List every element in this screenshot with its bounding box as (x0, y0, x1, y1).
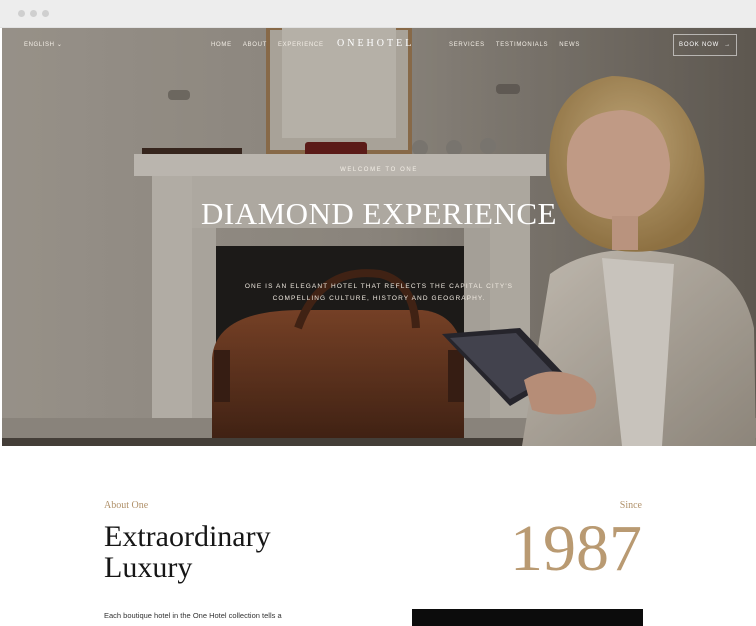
arrow-right-icon: → (724, 42, 731, 48)
browser-chrome (0, 0, 756, 28)
nav-link-news[interactable]: NEWS (559, 42, 580, 48)
about-title-line-1: Extraordinary (104, 520, 271, 553)
nav-left: HOME ABOUT EXPERIENCE (211, 42, 324, 48)
language-label: ENGLISH (24, 42, 55, 48)
nav-link-testimonials[interactable]: TESTIMONIALS (496, 42, 548, 48)
nav-link-services[interactable]: SERVICES (449, 42, 485, 48)
window-minimize-dot[interactable] (30, 10, 37, 17)
nav-link-about[interactable]: ABOUT (243, 42, 267, 48)
site-logo[interactable]: ONEHOTEL (337, 38, 414, 49)
hero-section: ENGLISH ⌄ HOME ABOUT EXPERIENCE ONEHOTEL… (2, 28, 756, 446)
browser-window: ENGLISH ⌄ HOME ABOUT EXPERIENCE ONEHOTEL… (0, 0, 756, 626)
nav-link-home[interactable]: HOME (211, 42, 232, 48)
window-maximize-dot[interactable] (42, 10, 49, 17)
about-title: Extraordinary Luxury (104, 521, 271, 583)
hero-description: ONE IS AN ELEGANT HOTEL THAT REFLECTS TH… (244, 283, 514, 302)
video-thumbnail[interactable] (412, 609, 643, 626)
about-body-text: Each boutique hotel in the One Hotel col… (104, 611, 282, 620)
book-now-label: BOOK NOW (679, 42, 720, 48)
about-title-line-2: Luxury (104, 551, 193, 584)
nav-link-experience[interactable]: EXPERIENCE (278, 42, 324, 48)
hero-title: DIAMOND EXPERIENCE (200, 196, 557, 231)
window-close-dot[interactable] (18, 10, 25, 17)
about-label: About One (104, 500, 149, 511)
nav-right: SERVICES TESTIMONIALS NEWS (449, 42, 580, 48)
hero-overlay (2, 28, 756, 446)
language-selector[interactable]: ENGLISH ⌄ (24, 41, 62, 48)
hero-eyebrow: WELCOME TO ONE (340, 167, 418, 173)
since-year: 1987 (510, 512, 642, 585)
chevron-down-icon: ⌄ (56, 42, 63, 48)
since-label: Since (619, 500, 642, 511)
book-now-button[interactable]: BOOK NOW → (673, 34, 737, 56)
